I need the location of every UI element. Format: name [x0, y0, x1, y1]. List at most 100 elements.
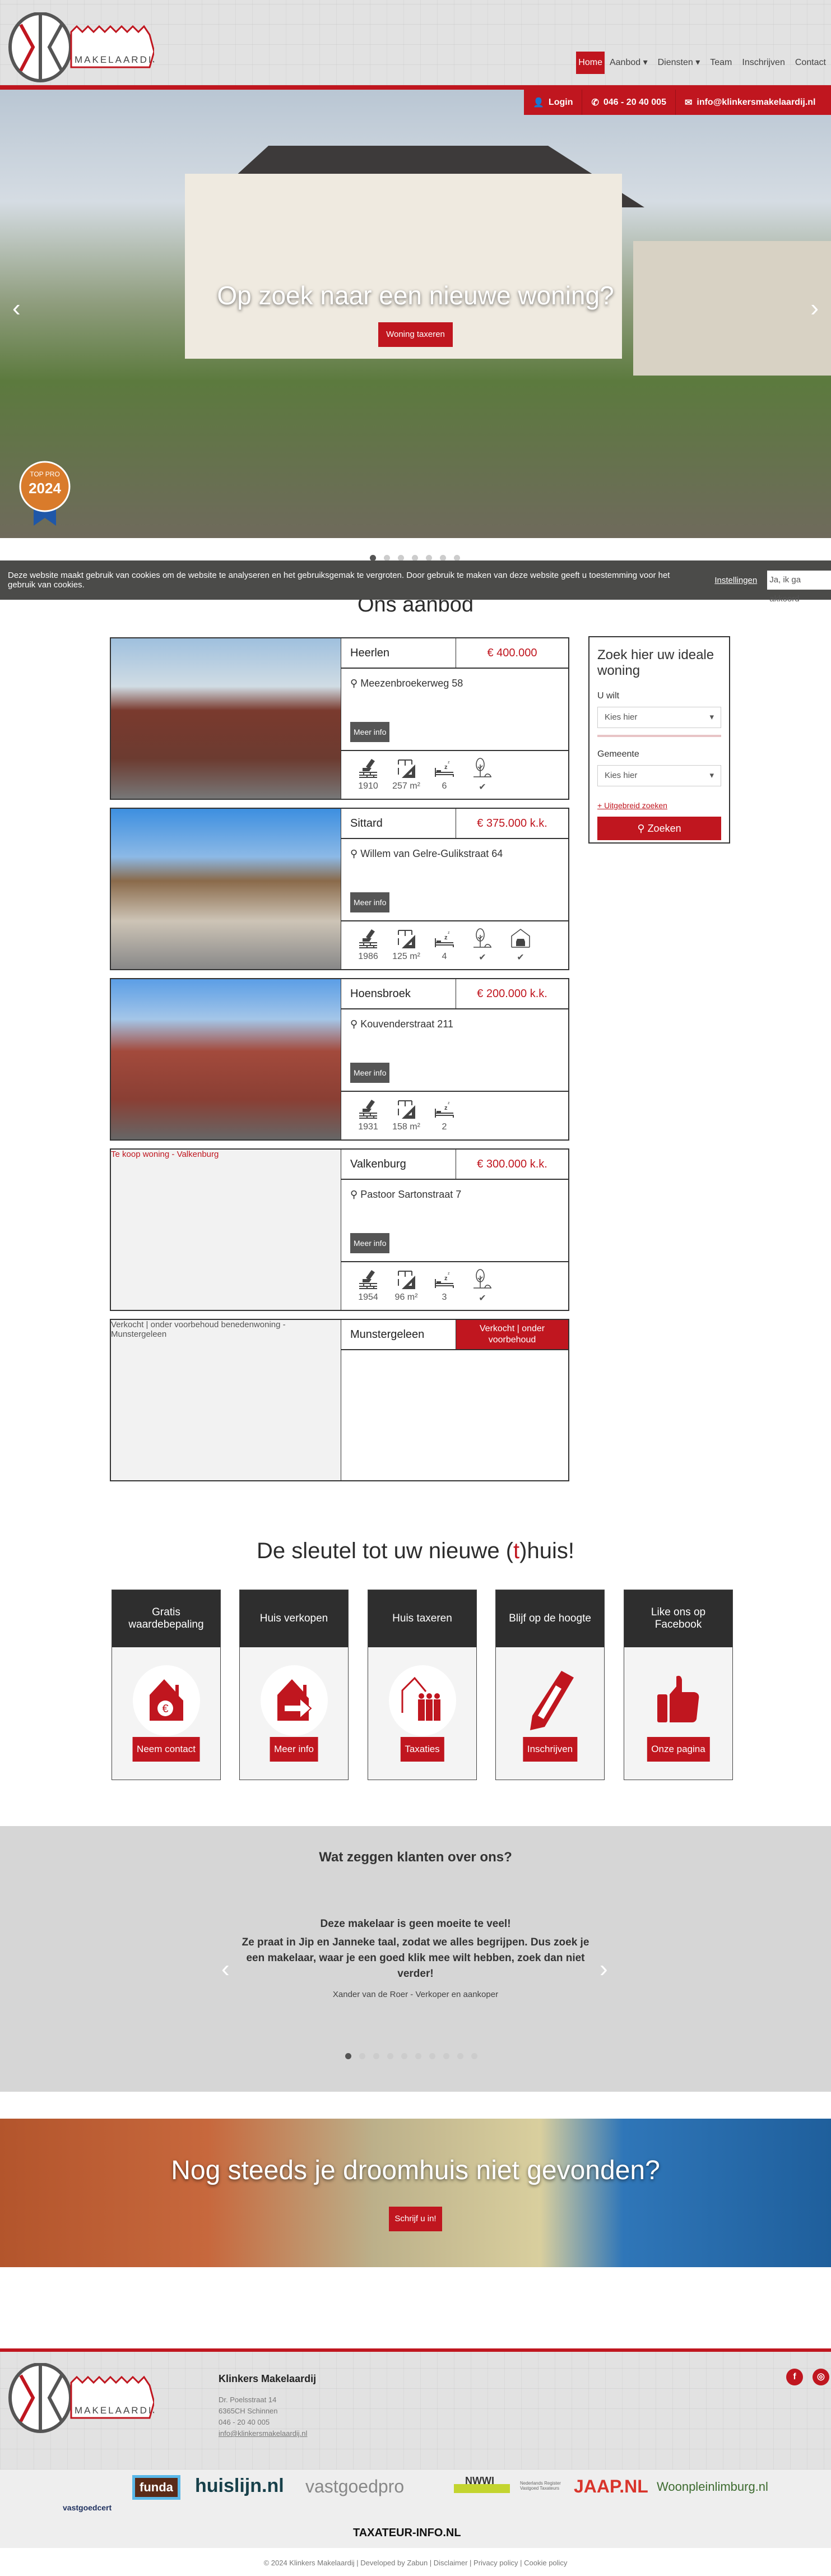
hero-cta-button[interactable]: Woning taxeren: [378, 322, 453, 347]
search-button[interactable]: ⚲ Zoeken: [597, 817, 721, 840]
service-card: Like ons op Facebook Onze pagina: [624, 1590, 733, 1780]
more-info-button[interactable]: Meer info: [350, 1233, 390, 1253]
more-info-button[interactable]: Meer info: [350, 1063, 390, 1083]
house-euro-icon: €: [144, 1677, 189, 1725]
testimonials: Wat zeggen klanten over ons? Deze makela…: [0, 1826, 831, 2092]
testimonial-next-arrow-icon[interactable]: ›: [600, 1955, 608, 1983]
partner-huislijn[interactable]: huislijn.nl: [195, 2475, 284, 2497]
footer-email-link[interactable]: info@klinkersmakelaardij.nl: [219, 2428, 307, 2439]
listing-image-alt[interactable]: Te koop woning - Valkenburg: [111, 1150, 219, 1159]
footer-phone: 046 - 20 40 005: [219, 2418, 270, 2426]
feature-value: 1931: [358, 1122, 378, 1132]
slider-dot[interactable]: [415, 2053, 421, 2059]
cookie-accept-button[interactable]: Ja, ik ga akkoord: [767, 571, 831, 604]
footer-company: Klinkers Makelaardij: [219, 2373, 317, 2384]
slider-dot[interactable]: [373, 2053, 379, 2059]
map-pin-icon: ⚲: [350, 1018, 358, 1030]
uwilt-label: U wilt: [597, 691, 620, 701]
logo[interactable]: MAKELAARDIJ: [8, 12, 154, 82]
partner-nrvt[interactable]: Nederlands Register Vastgoed Taxateurs: [520, 2481, 565, 2491]
living-area-icon: [387, 1099, 425, 1119]
svg-text:2024: 2024: [29, 480, 61, 497]
testimonials-title: Wat zeggen klanten over ons?: [319, 1850, 512, 1865]
login-link[interactable]: 👤 Login: [524, 90, 583, 115]
svg-text:z: z: [448, 761, 450, 765]
svg-text:z: z: [444, 1275, 448, 1282]
hero-prev-arrow-icon[interactable]: ‹: [12, 294, 21, 322]
slider-dot[interactable]: [401, 2053, 407, 2059]
hero-title: Op zoek naar een nieuwe woning?: [217, 281, 614, 310]
service-card-title: Gratis waardebepaling: [112, 1590, 220, 1647]
listing-photo[interactable]: [111, 979, 341, 1139]
listing-card[interactable]: Hoensbroek € 200.000 k.k. ⚲ Kouvenderstraa…: [110, 978, 569, 1141]
slider-dot[interactable]: [387, 2053, 393, 2059]
service-card-button[interactable]: Onze pagina: [647, 1737, 710, 1762]
svg-text:z: z: [444, 1105, 448, 1111]
partner-woonpleinlimburg[interactable]: Woonpleinlimburg.nl: [657, 2480, 768, 2494]
service-card-button[interactable]: Meer info: [270, 1737, 318, 1762]
facebook-icon[interactable]: f: [786, 2369, 803, 2385]
slider-dot[interactable]: [471, 2053, 477, 2059]
svg-text:z: z: [444, 764, 448, 771]
map-pin-icon: ⚲: [350, 678, 358, 689]
service-card-button[interactable]: Inschrijven: [522, 1737, 578, 1762]
nav-inschrijven[interactable]: Inschrijven: [737, 52, 790, 74]
phone-icon: ✆: [591, 98, 599, 108]
banner-signup-button[interactable]: Schrijf u in!: [389, 2207, 442, 2231]
search-title: Zoek hier uw ideale woning: [597, 647, 714, 678]
listing-image-broken[interactable]: Verkocht | onder voorbehoud benedenwonin…: [111, 1320, 341, 1480]
nav-home[interactable]: Home: [576, 52, 605, 74]
email-link[interactable]: ✉ info@klinkersmakelaardij.nl: [676, 90, 825, 115]
service-card-button[interactable]: Neem contact: [132, 1737, 200, 1762]
instagram-icon[interactable]: ◎: [813, 2369, 829, 2385]
partner-vastgoedpro[interactable]: vastgoedpro: [305, 2476, 404, 2497]
listing-card[interactable]: Sittard € 375.000 k.k. ⚲ Willem van Gelre-…: [110, 808, 569, 970]
partner-nwwi[interactable]: NWWI: [454, 2475, 510, 2493]
slider-dot[interactable]: [359, 2053, 365, 2059]
nav-aanbod[interactable]: Aanbod ▾: [605, 52, 653, 74]
listing-price: Verkocht | onder voorbehoud: [456, 1320, 568, 1349]
partner-taxateur-info[interactable]: TAXATEUR-INFO.NL: [353, 2527, 461, 2540]
cookie-settings-link[interactable]: Instellingen: [714, 576, 757, 585]
slider-dot[interactable]: [345, 2053, 351, 2059]
more-info-button[interactable]: Meer info: [350, 722, 390, 742]
service-card-title: Huis verkopen: [240, 1590, 348, 1647]
footer-city: 6365CH Schinnen: [219, 2407, 278, 2415]
listing-photo[interactable]: [111, 638, 341, 799]
nav-diensten[interactable]: Diensten ▾: [653, 52, 705, 74]
advanced-search-link[interactable]: + Uitgebreid zoeken: [597, 801, 721, 810]
partner-funda[interactable]: funda: [132, 2475, 180, 2500]
slider-dot[interactable]: [429, 2053, 435, 2059]
listing-info: Sittard € 375.000 k.k. ⚲ Willem van Gelre-…: [341, 809, 568, 969]
listing-image-alt[interactable]: Verkocht | onder voorbehoud benedenwonin…: [111, 1320, 286, 1339]
listing-image-broken[interactable]: Te koop woning - Valkenburg: [111, 1150, 341, 1310]
more-info-button[interactable]: Meer info: [350, 892, 390, 912]
nav-contact[interactable]: Contact: [790, 52, 831, 74]
listing-photo[interactable]: [111, 809, 341, 969]
uwilt-select[interactable]: Kies hier ▾: [597, 707, 721, 728]
listing-card[interactable]: Heerlen € 400.000 ⚲ Meezenbroekerweg 58 Mee…: [110, 637, 569, 800]
listing-card[interactable]: Verkocht | onder voorbehoud benedenwonin…: [110, 1319, 569, 1481]
svg-text:z: z: [448, 931, 450, 935]
testimonial-prev-arrow-icon[interactable]: ‹: [221, 1955, 230, 1983]
partner-jaap[interactable]: JAAP.NL: [574, 2476, 648, 2497]
nav-team[interactable]: Team: [705, 52, 737, 74]
house-people-icon: [400, 1676, 445, 1725]
listing-card[interactable]: Te koop woning - Valkenburg Valkenburg € 3…: [110, 1148, 569, 1311]
testimonial-author: Xander van de Roer - Verkoper en aankope…: [332, 1990, 499, 1999]
service-card-title: Huis taxeren: [368, 1590, 476, 1647]
divider: [597, 735, 721, 737]
service-card-button[interactable]: Taxaties: [400, 1737, 444, 1762]
gemeente-select[interactable]: Kies hier ▾: [597, 765, 721, 786]
feature-value: 96 m²: [394, 1292, 418, 1302]
feature-value: 125 m²: [392, 952, 420, 961]
listing-address: Meezenbroekerweg 58: [360, 678, 463, 689]
slider-dot[interactable]: [457, 2053, 463, 2059]
listing-info: Munstergeleen Verkocht | onder voorbehoud: [341, 1320, 568, 1480]
slider-dot[interactable]: [443, 2053, 449, 2059]
phone-link[interactable]: ✆ 046 - 20 40 005: [582, 90, 676, 115]
listing-city: Valkenburg: [341, 1150, 456, 1179]
bedrooms-icon: zz: [425, 1099, 463, 1119]
hero-next-arrow-icon[interactable]: ›: [810, 294, 819, 322]
partner-vastgoedcert[interactable]: vastgoedcert: [63, 2503, 112, 2512]
